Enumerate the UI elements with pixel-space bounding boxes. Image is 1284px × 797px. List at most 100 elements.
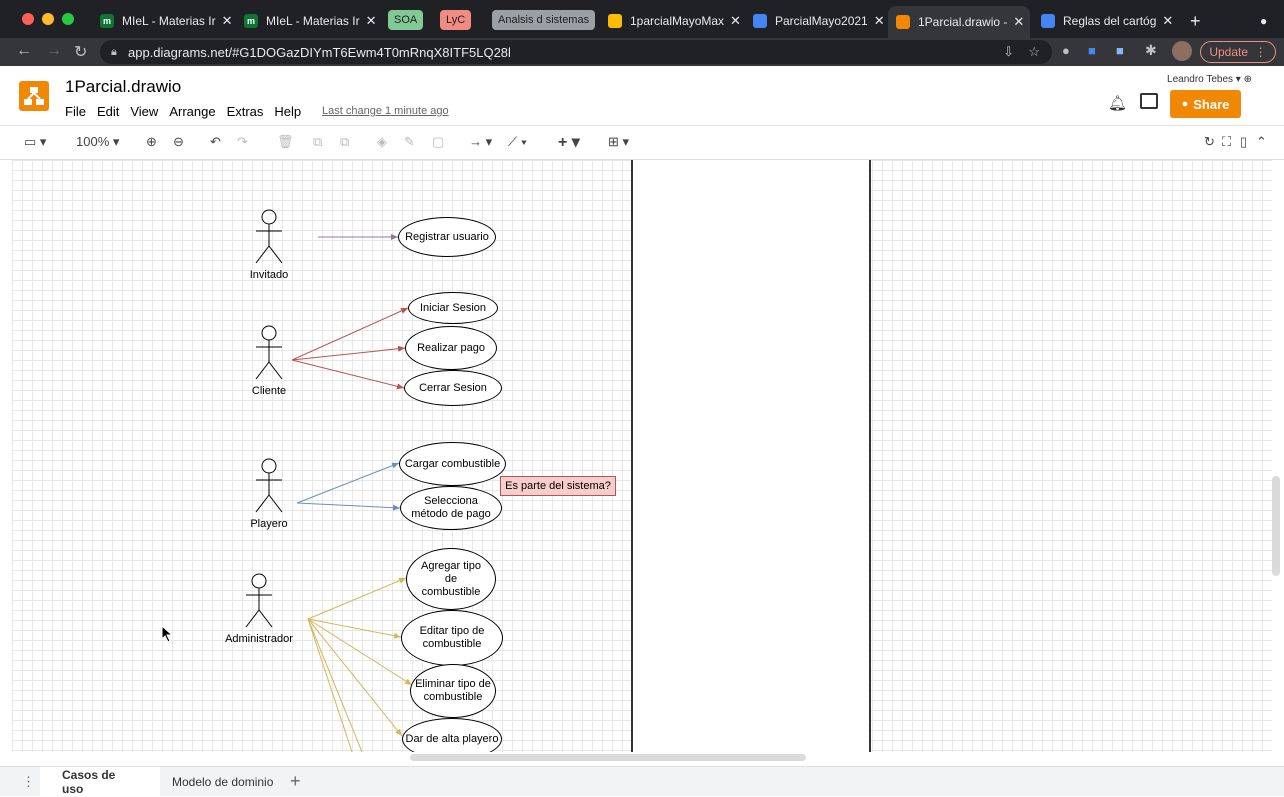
connectors-layer [245, 209, 413, 752]
menu-view[interactable]: View [130, 104, 158, 119]
vertical-scrollbar[interactable] [1272, 476, 1280, 576]
redo-icon[interactable]: ↷ [237, 134, 248, 150]
extension-icon[interactable]: ● [1062, 43, 1070, 58]
actor-administrador-label[interactable]: Administrador [219, 633, 299, 645]
extension-icon[interactable]: ■ [1116, 43, 1124, 58]
fill-color-icon[interactable]: ◈ [377, 134, 387, 150]
close-tab-icon[interactable]: ✕ [868, 13, 885, 29]
app-header: 1Parcial.drawio File Edit View Arrange E… [0, 66, 1284, 126]
menu-extras[interactable]: Extras [227, 104, 264, 119]
sync-icon[interactable]: ↻ [1204, 134, 1215, 150]
minimize-window-icon[interactable] [42, 13, 54, 25]
update-button[interactable]: Update ⋮ [1200, 41, 1276, 63]
use-case-registrar-usuario[interactable]: Registrar usuario [398, 217, 496, 257]
use-case-eliminar-tipo[interactable]: Eliminar tipo de combustible [410, 664, 496, 718]
browser-tab[interactable]: m MIeL - Materias Ir ✕ [236, 8, 376, 34]
use-case-iniciar-sesion[interactable]: Iniciar Sesion [408, 292, 498, 324]
share-button[interactable]: ● Share [1170, 90, 1241, 118]
profile-dot-icon[interactable]: ● [1252, 8, 1278, 34]
last-change-link[interactable]: Last change 1 minute ago [322, 105, 449, 117]
collapse-icon[interactable]: ⌃ [1256, 134, 1267, 150]
zoom-in-icon[interactable]: ⊕ [146, 134, 157, 150]
tab-group-soa[interactable]: SOA [388, 10, 424, 30]
menu-file[interactable]: File [65, 104, 86, 119]
browser-tab[interactable]: Reglas del cartóg ✕ [1033, 8, 1173, 34]
add-page-icon[interactable]: + [290, 771, 301, 792]
comments-icon[interactable] [1140, 93, 1158, 109]
user-menu[interactable]: Leandro Tebes ▾ ⊕ [1167, 74, 1252, 85]
notification-bell-icon[interactable]: 🔔︎ [1108, 94, 1127, 112]
use-case-agregar-tipo[interactable]: Agregar tipo de combustible [406, 548, 496, 610]
zoom-out-icon[interactable]: ⊖ [173, 134, 184, 150]
use-case-dar-alta-playero[interactable]: Dar de alta playero [402, 718, 502, 752]
line-color-icon[interactable]: ✎ [404, 134, 415, 150]
page-tabs-bar: ⋮ Casos de uso Modelo de dominio + [0, 766, 1284, 797]
table-icon[interactable]: ⊞ ▾ [608, 134, 629, 150]
forward-icon[interactable]: → [46, 42, 62, 60]
url-field[interactable]: 🔒︎ app.diagrams.net/#G1DOGazDIYmT6Ewm4T0… [100, 40, 1052, 64]
page-tab-modelo-de-dominio[interactable]: Modelo de dominio [150, 767, 295, 797]
drive-icon [608, 14, 622, 28]
close-window-icon[interactable] [22, 13, 34, 25]
browser-tab[interactable]: 1parcialMayoMax ✕ [600, 8, 740, 34]
actor-cliente-figure [255, 325, 283, 380]
close-tab-icon[interactable]: ✕ [360, 13, 376, 29]
back-icon[interactable]: ← [16, 42, 32, 60]
actor-administrador-figure [245, 573, 273, 628]
actor-invitado-label[interactable]: Invitado [239, 269, 299, 281]
use-case-cerrar-sesion[interactable]: Cerrar Sesion [404, 370, 502, 406]
connection-icon[interactable]: → ▾ [469, 134, 492, 150]
delete-icon[interactable]: 🗑︎ [277, 134, 294, 150]
use-case-realizar-pago[interactable]: Realizar pago [405, 326, 497, 370]
use-case-editar-tipo[interactable]: Editar tipo de combustible [401, 610, 503, 666]
close-tab-icon[interactable]: ✕ [216, 13, 232, 29]
menu-edit[interactable]: Edit [97, 104, 119, 119]
drawio-icon [896, 15, 910, 29]
horizontal-scrollbar[interactable] [410, 754, 806, 761]
format-panel-icon[interactable]: ▭ ▾ [24, 134, 46, 150]
maximize-window-icon[interactable] [62, 13, 74, 25]
menu-arrange[interactable]: Arrange [169, 104, 215, 119]
browser-tab-active[interactable]: 1Parcial.drawio - ✕ [888, 6, 1030, 38]
actor-playero-label[interactable]: Playero [239, 518, 299, 530]
puzzle-extensions-icon[interactable]: ✱ [1145, 42, 1157, 59]
mouse-cursor-icon [161, 625, 174, 643]
close-tab-icon[interactable]: ✕ [1156, 13, 1173, 29]
menu-help[interactable]: Help [274, 104, 301, 119]
page-tab-casos-de-uso[interactable]: Casos de uso [40, 767, 160, 797]
connector-playero-cargar [296, 462, 400, 504]
page-boundary [631, 160, 871, 752]
bookmark-star-icon[interactable]: ☆ [1028, 44, 1040, 60]
tab-group-analisis[interactable]: Analsis d sistemas [492, 10, 596, 30]
undo-icon[interactable]: ↶ [210, 134, 221, 150]
docs-icon [1041, 14, 1055, 28]
insert-icon[interactable]: + ▾ [558, 132, 580, 152]
avatar[interactable] [1172, 41, 1192, 61]
install-icon[interactable]: ⇩ [1003, 44, 1014, 60]
zoom-select[interactable]: 100% ▾ [76, 134, 119, 150]
browser-tab[interactable]: m MIeL - Materias Ir ✕ [92, 8, 232, 34]
connector-playero-metodo [296, 502, 401, 511]
new-tab-icon[interactable]: + [1182, 8, 1208, 34]
document-title[interactable]: 1Parcial.drawio [65, 77, 181, 97]
pages-menu-icon[interactable]: ⋮ [22, 774, 35, 790]
shadow-icon[interactable]: ▢ [432, 134, 444, 150]
reload-icon[interactable]: ↻ [74, 42, 87, 62]
to-front-icon[interactable]: ⧉ [313, 134, 322, 150]
drawio-logo [19, 81, 49, 111]
use-case-selecciona-metodo[interactable]: Selecciona método de pago [400, 486, 502, 530]
note-es-parte-del-sistema[interactable]: Es parte del sistema? [500, 476, 616, 496]
browser-tab[interactable]: ParcialMayo2021 ✕ [745, 8, 885, 34]
to-back-icon[interactable]: ⧉ [340, 134, 349, 150]
fullscreen-icon[interactable]: ⛶ [1222, 134, 1231, 150]
translate-extension-icon[interactable]: ■ [1088, 43, 1096, 58]
tab-group-lyc[interactable]: LyC [440, 10, 472, 30]
close-tab-icon[interactable]: ✕ [1007, 14, 1024, 30]
actor-cliente-label[interactable]: Cliente [239, 385, 299, 397]
connector-admin-extra [307, 618, 363, 752]
panel-toggle-icon[interactable]: ▯ [1240, 134, 1247, 150]
use-case-cargar-combustible[interactable]: Cargar combustible [399, 442, 506, 486]
waypoints-icon[interactable]: ⟋ ▾ [508, 134, 527, 150]
diagram-canvas[interactable]: Invitado Cliente Playero Administrador R… [12, 160, 1272, 752]
close-tab-icon[interactable]: ✕ [724, 13, 740, 29]
